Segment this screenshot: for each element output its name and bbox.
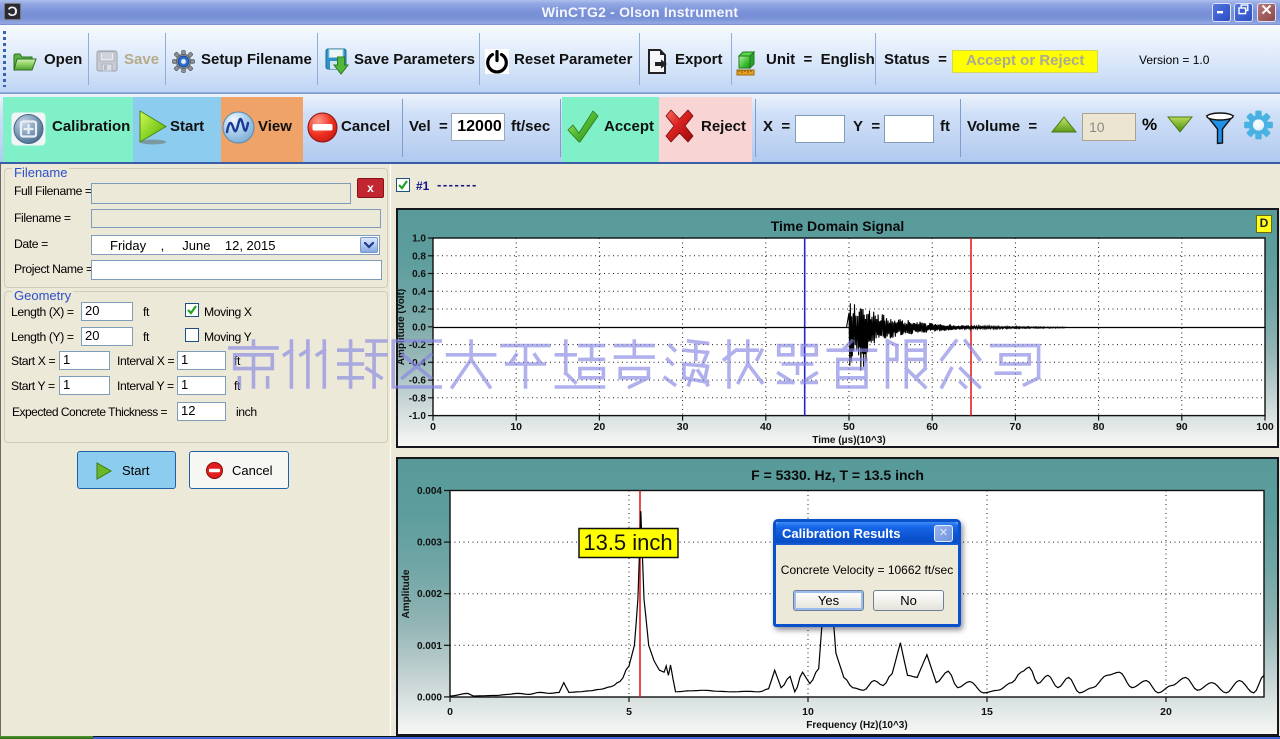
svg-text:20: 20 [1160, 706, 1172, 718]
svg-text:40: 40 [760, 421, 772, 433]
svg-text:-1.0: -1.0 [409, 411, 427, 422]
svg-text:Amplitude (Volt): Amplitude (Volt) [398, 289, 407, 365]
svg-text:-0.2: -0.2 [409, 340, 427, 351]
svg-text:15: 15 [981, 706, 993, 718]
svg-text:Time (μs)(10^3): Time (μs)(10^3) [812, 435, 885, 446]
svg-text:0.000: 0.000 [417, 692, 442, 703]
svg-text:60: 60 [926, 421, 938, 433]
svg-text:0.0: 0.0 [412, 322, 426, 333]
svg-text:0: 0 [447, 706, 453, 718]
svg-text:-0.6: -0.6 [409, 376, 427, 387]
svg-text:5: 5 [626, 706, 632, 718]
svg-text:10: 10 [510, 421, 522, 433]
svg-text:13.5 inch: 13.5 inch [583, 530, 672, 555]
svg-text:0: 0 [430, 421, 436, 433]
svg-text:Amplitude: Amplitude [401, 569, 412, 618]
svg-text:-0.8: -0.8 [409, 393, 427, 404]
svg-text:-0.4: -0.4 [409, 358, 427, 369]
svg-text:90: 90 [1176, 421, 1188, 433]
svg-text:0.002: 0.002 [417, 589, 442, 600]
svg-text:0.003: 0.003 [417, 537, 442, 548]
svg-text:100: 100 [1256, 421, 1274, 433]
svg-text:0.2: 0.2 [412, 305, 426, 316]
svg-text:0.4: 0.4 [412, 287, 426, 298]
svg-text:10: 10 [802, 706, 814, 718]
svg-text:80: 80 [1093, 421, 1105, 433]
svg-text:0.6: 0.6 [412, 269, 426, 280]
svg-text:0.004: 0.004 [417, 486, 442, 497]
svg-text:70: 70 [1010, 421, 1022, 433]
svg-text:20: 20 [594, 421, 606, 433]
svg-text:0.001: 0.001 [417, 640, 442, 651]
svg-text:50: 50 [843, 421, 855, 433]
svg-text:1.0: 1.0 [412, 234, 426, 245]
svg-text:30: 30 [677, 421, 689, 433]
svg-text:0.8: 0.8 [412, 251, 426, 262]
svg-text:Frequency (Hz)(10^3): Frequency (Hz)(10^3) [806, 720, 907, 731]
